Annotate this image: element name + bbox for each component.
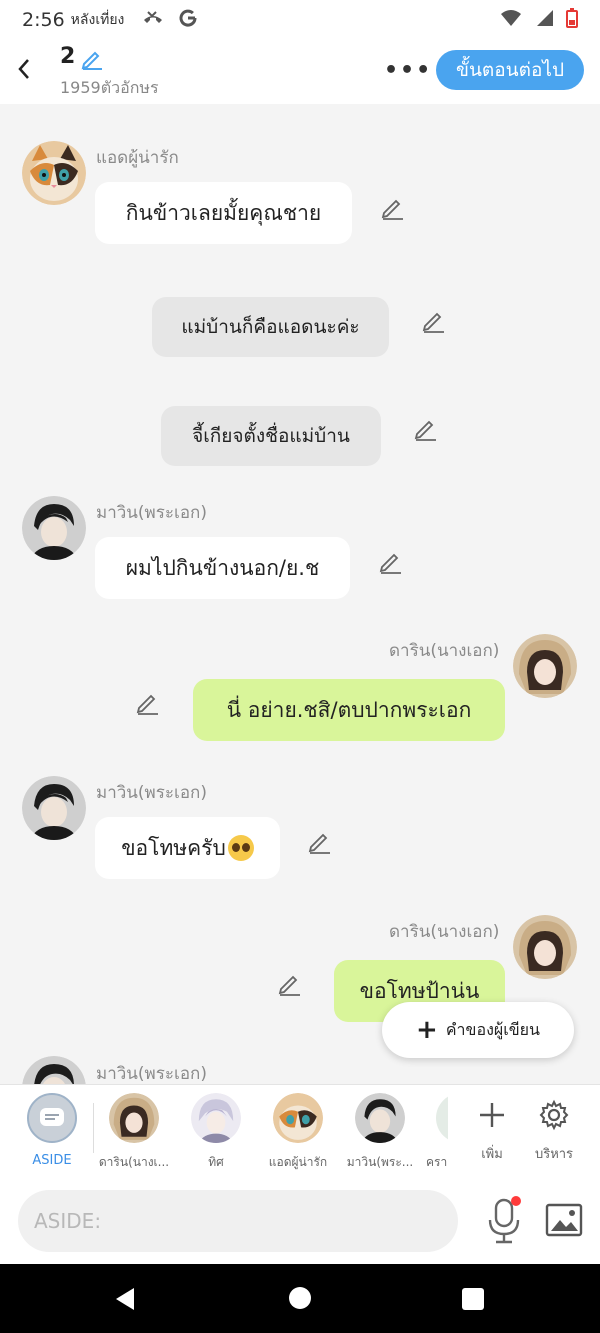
google-icon <box>178 8 198 32</box>
character-label: ASIDE <box>32 1153 72 1168</box>
character-count: 1959ตัวอักษร <box>60 78 159 97</box>
message-bubble[interactable]: นี่ อย่าย.ชสิ/ตบปากพระเอก <box>193 679 505 741</box>
sender-name: แอดผู้น่ารัก <box>96 148 179 168</box>
battery-low-icon <box>566 8 578 32</box>
sender-name: ดาริน(นางเอก) <box>389 641 500 661</box>
sender-name: ดาริน(นางเอก) <box>389 922 500 942</box>
nav-recents-icon[interactable] <box>462 1288 484 1310</box>
character-mawin[interactable]: มาวิน(พระ... <box>340 1093 420 1172</box>
author-note-label: คำของผู้เขียน <box>445 1019 540 1039</box>
top-header: 2 1959ตัวอักษร ••• ขั้นตอนต่อไป <box>0 40 600 104</box>
gear-icon <box>534 1095 574 1135</box>
character-aside[interactable]: ASIDE <box>12 1093 92 1168</box>
edit-message-icon[interactable] <box>277 970 303 996</box>
signal-icon <box>534 9 554 31</box>
edit-message-icon[interactable] <box>380 194 406 220</box>
edit-message-icon[interactable] <box>413 415 439 441</box>
image-icon[interactable] <box>544 1200 584 1240</box>
character-tit[interactable]: ทิศ <box>176 1093 256 1172</box>
back-button[interactable] <box>12 54 36 84</box>
add-label: เพิ่ม <box>481 1147 503 1162</box>
manage-label: บริหาร <box>534 1147 574 1162</box>
chat-area[interactable]: แอดผู้น่ารัก กินข้าวเลยมั้ยคุณชาย แม่บ้า… <box>0 104 600 1084</box>
manage-characters-button[interactable]: บริหาร <box>524 1095 584 1164</box>
edit-message-icon[interactable] <box>307 828 333 854</box>
more-options-button[interactable]: ••• <box>384 58 432 83</box>
avatar-partial <box>436 1093 448 1143</box>
message-bubble[interactable]: กินข้าวเลยมั้ยคุณชาย <box>95 182 352 244</box>
nav-home-icon[interactable] <box>289 1287 311 1309</box>
avatar-girl[interactable] <box>513 634 577 698</box>
character-admin[interactable]: แอดผู้น่ารัก <box>258 1093 338 1172</box>
episode-title[interactable]: 2 <box>60 44 75 69</box>
avatar-girl <box>109 1093 159 1143</box>
chevron-left-icon <box>18 59 29 79</box>
avatar-boy <box>355 1093 405 1143</box>
status-bar: 2:56 หลังเที่ยง <box>0 0 600 40</box>
status-time: 2:56 <box>22 9 65 31</box>
sender-name: มาวิน(พระเอก) <box>96 503 207 523</box>
character-label: มาวิน(พระ... <box>346 1155 414 1169</box>
avatar-boy[interactable] <box>22 496 86 560</box>
character-darin[interactable]: ดาริน(นางเ... <box>94 1093 174 1172</box>
character-selector-bar: ASIDE ดาริน(นางเ... ทิศ แอดผู้น่ารัก มาว… <box>0 1084 600 1180</box>
system-navigation-bar <box>0 1264 600 1333</box>
character-label: ครา <box>426 1155 448 1169</box>
edit-message-icon[interactable] <box>378 548 404 574</box>
add-character-button[interactable]: เพิ่ม <box>462 1095 522 1164</box>
author-note-button[interactable]: + คำของผู้เขียน <box>382 1002 574 1058</box>
edit-title-icon[interactable] <box>80 46 104 74</box>
plus-icon: + <box>416 1015 438 1045</box>
avatar-boy[interactable] <box>22 1056 86 1084</box>
pleading-face-emoji-icon <box>227 835 254 861</box>
avatar-girl[interactable] <box>513 915 577 979</box>
narration-bubble[interactable]: แม่บ้านก็คือแอดนะค่ะ <box>152 297 389 357</box>
plus-icon <box>472 1095 512 1135</box>
avatar-silver-hair <box>191 1093 241 1143</box>
character-partial[interactable]: ครา <box>412 1093 448 1172</box>
nav-back-icon[interactable] <box>114 1286 136 1312</box>
wifi-icon <box>500 9 522 31</box>
input-bar <box>0 1180 600 1264</box>
edit-message-icon[interactable] <box>135 689 161 715</box>
notification-dot <box>511 1196 521 1206</box>
narration-bubble[interactable]: จี้เกียจตั้งชื่อแม่บ้าน <box>161 406 381 466</box>
status-period: หลังเที่ยง <box>70 12 125 28</box>
missed-call-icon <box>142 10 164 30</box>
aside-input[interactable] <box>18 1190 458 1252</box>
character-label: ดาริน(นางเ... <box>98 1155 170 1169</box>
edit-message-icon[interactable] <box>421 307 447 333</box>
chat-bubble-icon <box>40 1108 64 1126</box>
avatar-cat <box>273 1093 323 1143</box>
message-bubble[interactable]: ขอโทษครับ <box>95 817 280 879</box>
sender-name: มาวิน(พระเอก) <box>96 1064 207 1084</box>
message-text: ขอโทษครับ <box>121 835 226 860</box>
character-label: แอดผู้น่ารัก <box>268 1155 328 1169</box>
aside-avatar <box>27 1093 77 1143</box>
sender-name: มาวิน(พระเอก) <box>96 783 207 803</box>
message-bubble[interactable]: ผมไปกินข้างนอก/ย.ช <box>95 537 350 599</box>
avatar-boy[interactable] <box>22 776 86 840</box>
character-label: ทิศ <box>208 1155 224 1169</box>
avatar-cat[interactable] <box>22 141 86 205</box>
next-step-button[interactable]: ขั้นตอนต่อไป <box>436 50 584 90</box>
